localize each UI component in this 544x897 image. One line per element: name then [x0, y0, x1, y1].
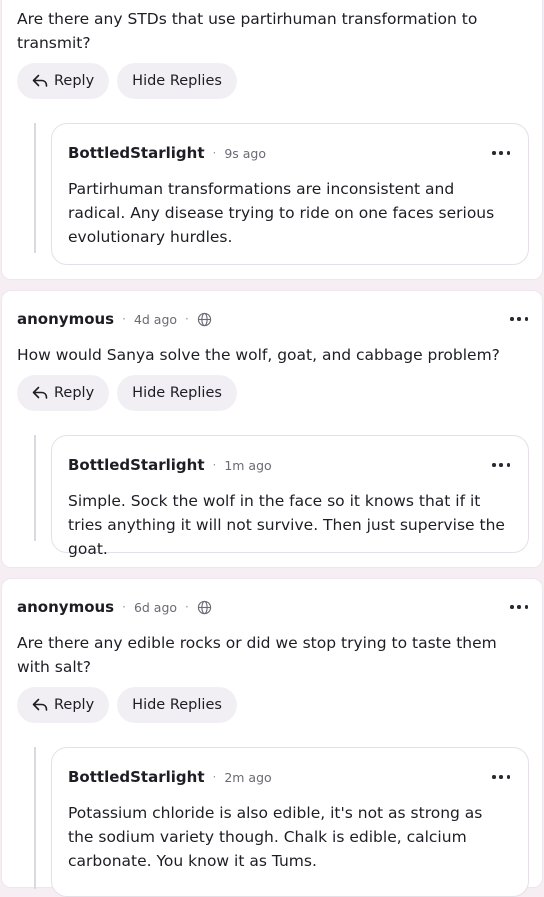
question-thread: anonymous · 4d ago · How would Sanya sol…: [1, 290, 543, 568]
reply-meta: BottledStarlight · 1m ago: [68, 453, 510, 477]
question-actions: Reply Hide Replies: [17, 687, 237, 723]
question-thread: anonymous · 6d ago · Are there any edibl…: [1, 578, 543, 897]
reply-meta: BottledStarlight · 2m ago: [68, 765, 510, 789]
reply-time: 2m ago: [224, 769, 272, 785]
separator-dot: ·: [212, 146, 217, 160]
question-actions: Reply Hide Replies: [17, 63, 237, 99]
reply-card: BottledStarlight · 9s ago Partirhuman tr…: [51, 123, 529, 265]
reply-time: 1m ago: [224, 457, 272, 473]
reply-rail: [34, 435, 36, 541]
question-text: Are there any STDs that use partirhuman …: [17, 10, 478, 52]
hide-replies-button[interactable]: Hide Replies: [117, 687, 237, 723]
question-meta: anonymous · 4d ago ·: [17, 307, 528, 331]
reply-card: BottledStarlight · 2m ago Potassium chlo…: [51, 747, 529, 897]
more-options-icon[interactable]: [492, 457, 510, 473]
more-options-icon[interactable]: [492, 145, 510, 161]
more-options-icon[interactable]: [510, 599, 528, 615]
separator-dot: ·: [212, 458, 217, 472]
reply-card: BottledStarlight · 1m ago Simple. Sock t…: [51, 435, 529, 558]
reply-arrow-icon: [32, 386, 48, 399]
reply-time: 9s ago: [224, 145, 267, 161]
question-text: Are there any edible rocks or did we sto…: [17, 634, 497, 676]
reply-button[interactable]: Reply: [17, 375, 110, 411]
reply-rail: [34, 747, 36, 889]
question-author: anonymous: [17, 598, 115, 616]
question-thread: Are there any STDs that use partirhuman …: [1, 0, 543, 280]
question-meta: anonymous · 6d ago ·: [17, 595, 528, 619]
globe-icon: [197, 312, 212, 326]
reply-meta: BottledStarlight · 9s ago: [68, 141, 510, 165]
reply-author[interactable]: BottledStarlight: [68, 456, 205, 474]
reply-button[interactable]: Reply: [17, 687, 110, 723]
reply-rail: [34, 123, 36, 253]
question-time: 4d ago: [133, 311, 178, 327]
question-actions: Reply Hide Replies: [17, 375, 237, 411]
reply-button-label: Reply: [54, 73, 95, 89]
reply-author[interactable]: BottledStarlight: [68, 768, 205, 786]
reply-text: Potassium chloride is also edible, it's …: [68, 804, 483, 870]
separator-dot: ·: [185, 600, 189, 614]
question-author: anonymous: [17, 310, 115, 328]
more-options-icon[interactable]: [510, 311, 528, 327]
separator-dot: ·: [122, 312, 126, 326]
separator-dot: ·: [122, 600, 126, 614]
hide-replies-button[interactable]: Hide Replies: [117, 63, 237, 99]
reply-text: Simple. Sock the wolf in the face so it …: [68, 492, 505, 558]
question-time: 6d ago: [133, 599, 178, 615]
hide-replies-button[interactable]: Hide Replies: [117, 375, 237, 411]
separator-dot: ·: [185, 312, 189, 326]
reply-button-label: Reply: [54, 385, 95, 401]
reply-button-label: Reply: [54, 697, 95, 713]
reply-text: Partirhuman transformations are inconsis…: [68, 180, 495, 246]
more-options-icon[interactable]: [492, 769, 510, 785]
separator-dot: ·: [212, 770, 217, 784]
globe-icon: [197, 600, 212, 614]
reply-arrow-icon: [32, 74, 48, 87]
reply-button[interactable]: Reply: [17, 63, 110, 99]
reply-arrow-icon: [32, 698, 48, 711]
reply-author[interactable]: BottledStarlight: [68, 144, 205, 162]
question-text: How would Sanya solve the wolf, goat, an…: [17, 346, 500, 364]
